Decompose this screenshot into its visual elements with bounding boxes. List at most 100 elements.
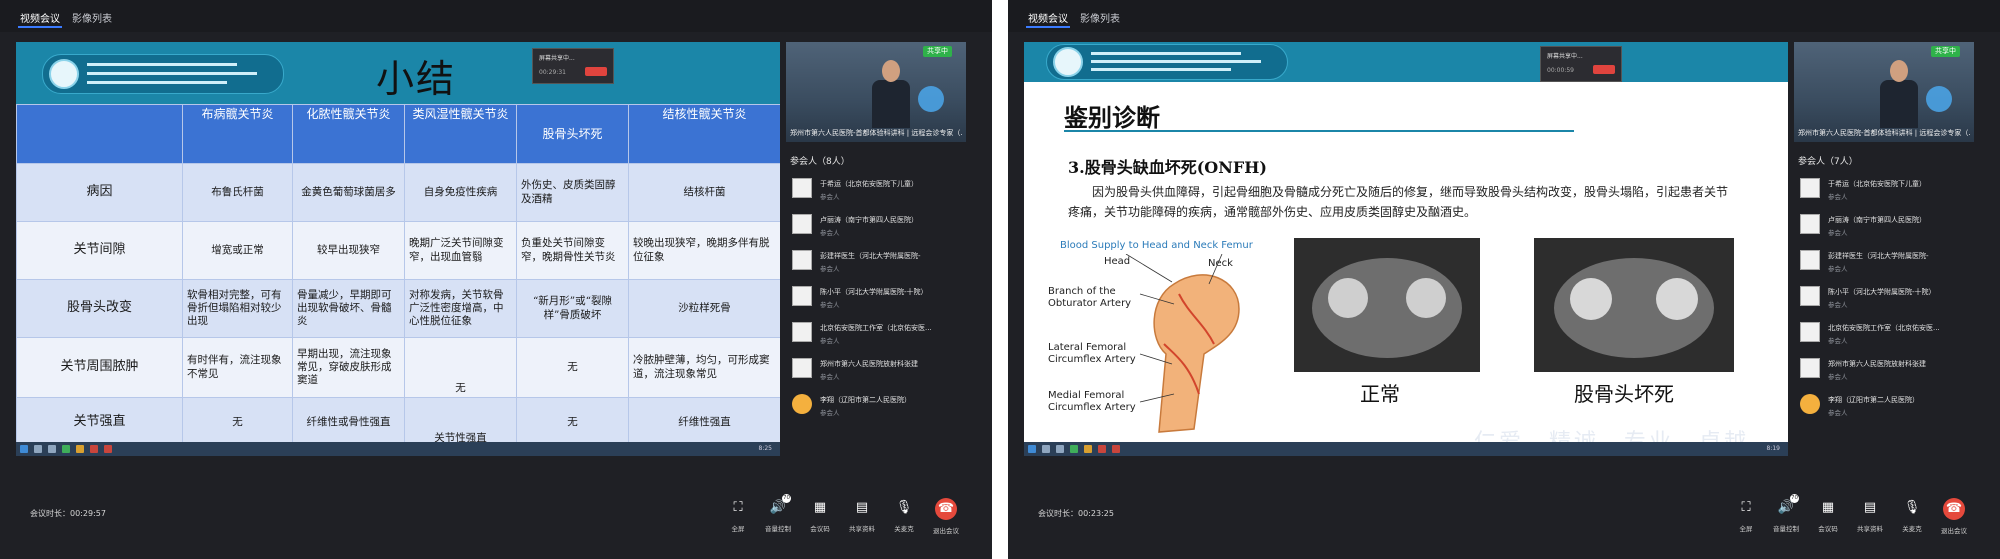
participant-role: 参会人 [820, 337, 840, 345]
meeting-control-bar: 会议时长：00:29:57 ⛶ 全屏 🔊 70 音量控制 ▦ 会议码 ▤ 共享资… [0, 486, 992, 546]
folder-icon[interactable] [1084, 445, 1092, 453]
microphone-icon: 🎙 [895, 500, 913, 515]
participant-name: 于希运（北京佑安医院下儿童） [1828, 180, 1926, 188]
tab-image-list[interactable]: 影像列表 [1080, 10, 1120, 25]
volume-label: 音量控制 [765, 525, 791, 533]
video-caption: 郑州市第六人民医院-首都体验科讲科 | 远程会诊专家（... [1798, 129, 1970, 137]
start-icon[interactable] [1028, 445, 1036, 453]
table-cell: 负重处关节间隙变窄，晚期骨性关节炎 [516, 221, 629, 280]
list-item[interactable]: 郑州市第六人民医院放射科张建 参会人 [790, 352, 960, 388]
table-header-cell: 类风湿性髋关节炎 [404, 104, 517, 164]
speaker-video[interactable]: 共享中 郑州市第六人民医院-首都体验科讲科 | 远程会诊专家（... [1794, 42, 1974, 142]
meeting-duration: 会议时长：00:23:25 [1038, 509, 1114, 518]
meeting-duration: 会议时长：00:29:57 [30, 509, 106, 518]
row-label: 股骨头改变 [16, 279, 183, 338]
leave-meeting-label: 退出会议 [933, 527, 959, 535]
app-icon[interactable] [1098, 445, 1106, 453]
list-item[interactable]: 于希运（北京佑安医院下儿童） 参会人 [790, 172, 960, 208]
list-item[interactable]: 卢丽涛（南宁市第四人民医院） 参会人 [790, 208, 960, 244]
participant-name: 于希运（北京佑安医院下儿童） [820, 180, 918, 188]
list-item[interactable]: 李翔（辽阳市第二人民医院） 参会人 [1798, 388, 1968, 424]
app-icon[interactable] [62, 445, 70, 453]
list-item[interactable]: 李翔（辽阳市第二人民医院） 参会人 [790, 388, 960, 424]
leave-meeting-button[interactable]: ☎ 退出会议 [926, 498, 966, 535]
table-cell: 无 [182, 397, 293, 448]
fullscreen-icon: ⛶ [1741, 500, 1751, 515]
diagram-label: Medial Femoral Circumflex Artery [1048, 390, 1136, 413]
list-item[interactable]: 彭建祥医生（河北大学附属医院- 参会人 [1798, 244, 1968, 280]
hospital-logo [1046, 44, 1288, 80]
popup-text: 屏幕共享中... [1547, 53, 1583, 60]
tab-video-meeting[interactable]: 视频会议 [1028, 10, 1068, 25]
table-cell: 早期出现，流注现象常见，穿破皮肤形成窦道 [292, 337, 405, 398]
logo-emblem-icon [1053, 47, 1083, 77]
participant-role: 参会人 [1828, 373, 1848, 381]
list-item[interactable]: 郑州市第六人民医院放射科张建 参会人 [1798, 352, 1968, 388]
app-icon[interactable] [1070, 445, 1078, 453]
participants-title: 参会人（7人） [1798, 157, 1858, 167]
list-item[interactable]: 卢丽涛（南宁市第四人民医院） 参会人 [1798, 208, 1968, 244]
avatar [792, 286, 812, 306]
diagram-label: Neck [1208, 258, 1233, 269]
search-icon[interactable] [1042, 445, 1050, 453]
mute-mic-button[interactable]: 🎙 关麦克 [1892, 498, 1932, 533]
start-icon[interactable] [20, 445, 28, 453]
comparison-table: 布病髋关节炎 化脓性髋关节炎 类风湿性髋关节炎 股骨头坏死 结核性髋关节炎 病因… [16, 104, 780, 448]
table-header-cell: 化脓性髋关节炎 [292, 104, 405, 164]
table-cell: 冷脓肿壁薄，均匀，可形成窦道，流注现象常见 [628, 337, 780, 398]
list-item[interactable]: 彭建祥医生（河北大学附属医院- 参会人 [790, 244, 960, 280]
avatar [1926, 86, 1952, 112]
mute-mic-button[interactable]: 🎙 关麦克 [884, 498, 924, 533]
title-divider [1064, 130, 1574, 132]
stop-share-button[interactable] [585, 67, 607, 76]
participant-role: 参会人 [1828, 301, 1848, 309]
list-item[interactable]: 于希运（北京佑安医院下儿童） 参会人 [1798, 172, 1968, 208]
volume-button[interactable]: 🔊 70 音量控制 [758, 494, 798, 533]
powerpoint-icon[interactable] [1112, 445, 1120, 453]
participant-role: 参会人 [1828, 265, 1848, 273]
table-row: 关节间隙 增宽或正常 较早出现狭窄 晚期广泛关节间隙变窄，出现血管翳 负重处关节… [16, 221, 780, 280]
folder-icon[interactable] [76, 445, 84, 453]
fullscreen-button[interactable]: ⛶ 全屏 [1726, 498, 1766, 533]
table-header-cell: 股骨头坏死 [516, 104, 629, 164]
app-icon[interactable] [90, 445, 98, 453]
share-materials-button[interactable]: ▤ 共享资料 [842, 498, 882, 533]
table-cell: 纤维性或骨性强直 [292, 397, 405, 448]
table-cell: 较晚出现狭窄，晚期多伴有脱位征象 [628, 221, 780, 280]
share-materials-button[interactable]: ▤ 共享资料 [1850, 498, 1890, 533]
popup-time: 00:00:59 [1547, 67, 1574, 74]
fullscreen-button[interactable]: ⛶ 全屏 [718, 498, 758, 533]
windows-taskbar: 8:25 [16, 442, 780, 456]
meeting-window-right: 视频会议 影像列表 屏幕共享中... 00:00:59 鉴别诊断 3.股骨头缺血… [1008, 0, 2000, 559]
list-item[interactable]: 陈小平（河北大学附属医院-十院） 参会人 [1798, 280, 1968, 316]
tab-video-meeting[interactable]: 视频会议 [20, 10, 60, 25]
search-icon[interactable] [34, 445, 42, 453]
table-cell: 较早出现狭窄 [292, 221, 405, 280]
speaker-video[interactable]: 共享中 郑州市第六人民医院-首都体验科讲科 | 远程会诊专家（... [786, 42, 966, 142]
powerpoint-icon[interactable] [104, 445, 112, 453]
stop-share-button[interactable] [1593, 65, 1615, 74]
volume-badge: 70 [782, 494, 791, 503]
tab-image-list[interactable]: 影像列表 [72, 10, 112, 25]
meeting-code-button[interactable]: ▦ 会议码 [800, 498, 840, 533]
taskbar-clock: 8:19 [1766, 445, 1780, 452]
taskview-icon[interactable] [48, 445, 56, 453]
hospital-logo [42, 54, 284, 94]
list-item[interactable]: 北京佑安医院工作室（北京佑安医... 参会人 [1798, 316, 1968, 352]
active-tab-indicator [1026, 26, 1070, 28]
volume-button[interactable]: 🔊 70 音量控制 [1766, 494, 1806, 533]
taskview-icon[interactable] [1056, 445, 1064, 453]
table-cell: 对称发病，关节软骨广泛性密度增高，中心性脱位征象 [404, 279, 517, 338]
microphone-icon: 🎙 [1903, 500, 1921, 515]
slide-subtitle: 3.股骨头缺血坏死(ONFH) [1068, 158, 1267, 177]
participant-role: 参会人 [820, 265, 840, 273]
participant-name: 彭建祥医生（河北大学附属医院- [1828, 252, 1929, 260]
participant-name: 李翔（辽阳市第二人民医院） [1828, 396, 1919, 404]
participant-list: 于希运（北京佑安医院下儿童） 参会人 卢丽涛（南宁市第四人民医院） 参会人 彭建… [1798, 172, 1968, 424]
avatar [792, 358, 812, 378]
video-caption: 郑州市第六人民医院-首都体验科讲科 | 远程会诊专家（... [790, 129, 962, 137]
leave-meeting-button[interactable]: ☎ 退出会议 [1934, 498, 1974, 535]
list-item[interactable]: 陈小平（河北大学附属医院-十院） 参会人 [790, 280, 960, 316]
list-item[interactable]: 北京佑安医院工作室（北京佑安医... 参会人 [790, 316, 960, 352]
meeting-code-button[interactable]: ▦ 会议码 [1808, 498, 1848, 533]
